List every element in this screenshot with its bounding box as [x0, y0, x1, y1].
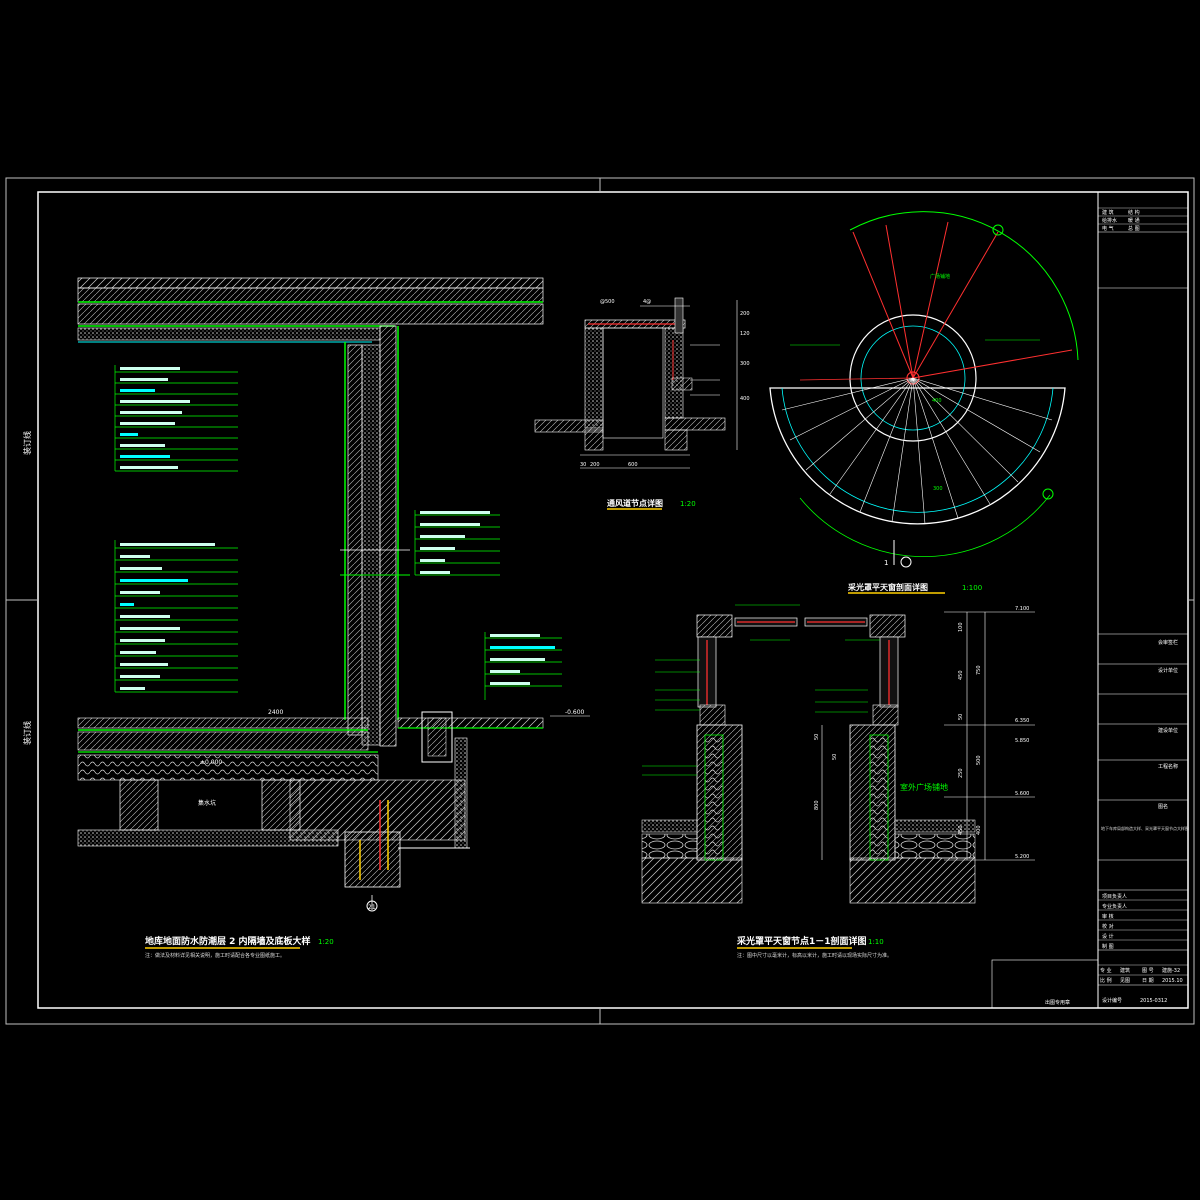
section-mark: 1 — [884, 559, 888, 567]
sec-dim-l-2: 50 — [832, 754, 838, 760]
tb-b-r1c1: 见图 — [1120, 978, 1130, 984]
layer-leaders-right — [414, 510, 562, 700]
sec-dim-r-1: 100 — [958, 622, 964, 632]
sec-elev-4: 5.600 — [1015, 791, 1029, 797]
tb-label-project: 工程名称 — [1158, 763, 1178, 770]
basement-detail-scale: 1:20 — [318, 938, 334, 946]
tb-b-r1c2: 日 期 — [1142, 978, 1154, 984]
tb-design-no-label: 设计编号 — [1102, 997, 1122, 1004]
tb-stamp-label: 出图专用章 — [1045, 999, 1070, 1006]
sec-dim-r-7: 450 — [958, 825, 964, 835]
sec-dim-r-3: 750 — [976, 665, 982, 675]
tb-person-6: 制 图 — [1102, 943, 1114, 950]
dim-label: 2400 — [268, 709, 283, 716]
tb-r1c1: 暖 通 — [1128, 217, 1140, 224]
vent-detail: 200 600 30 200 120 400 300 @500 4@ 通风道节点… — [534, 297, 750, 510]
sec-dim-r-2: 450 — [958, 670, 964, 680]
plan-dim-a: 400 — [932, 398, 942, 404]
tb-proj-note: 地下车库局部构造大样、采光罩平天窗节点大样图 — [1101, 825, 1189, 831]
skylight-section-title: 采光罩平天窗节点1－1剖面详图 — [736, 935, 867, 947]
tb-design-no: 2015-0312 — [1140, 998, 1167, 1004]
vent-dim-top-1: @500 — [600, 299, 615, 305]
sec-dim-r-5: 500 — [976, 755, 982, 765]
tb-person-5: 设 计 — [1102, 933, 1114, 940]
tb-r0c0: 建 筑 — [1102, 209, 1114, 216]
pit-label: 集水坑 — [198, 799, 216, 807]
sec-dim-r-4: 50 — [958, 714, 964, 720]
plan-dim-b: 300 — [933, 486, 943, 492]
elev-label: ±0.000 — [200, 759, 222, 766]
basement-detail: 集水坑 21 -0.600 2400 ±0.000 地库地面防水防潮层 2 内隔… — [77, 277, 590, 959]
layer-leaders-upper — [114, 365, 238, 472]
sec-elev-1: 7.100 — [1015, 606, 1029, 612]
vent-scale: 1:20 — [680, 500, 696, 508]
skylight-section-scale: 1:10 — [868, 938, 884, 946]
tb-discipline-rows: 建 筑 结 构 给排水 暖 通 电 气 总 图 — [1098, 207, 1188, 232]
basement-detail-note: 注：做法及材料详见相关说明，施工时请配合各专业图纸施工。 — [145, 952, 285, 959]
plaza-label: 室外广场铺地 — [900, 782, 948, 792]
vent-title: 通风道节点详图 — [607, 498, 663, 508]
tb-label-designer: 设计单位 — [1158, 667, 1178, 674]
tb-r1c0: 给排水 — [1102, 217, 1117, 224]
skylight-plan-scale: 1:100 — [962, 584, 982, 592]
sec-dim-l-1: 50 — [814, 734, 820, 740]
tb-b-r0c3: 建施-32 — [1162, 967, 1180, 974]
tb-b-r0c1: 建筑 — [1120, 967, 1130, 974]
vent-dim-right-3: 400 — [740, 396, 750, 402]
layer-leaders-lower — [114, 540, 238, 693]
vent-dim-bottom-1: 200 — [590, 462, 600, 468]
tb-people: 项目负责人 专业负责人 审 核 校 对 设 计 制 图 — [1098, 893, 1188, 950]
title-block: 建 筑 结 构 给排水 暖 通 电 气 总 图 会审签栏 设计单位 建设单位 工… — [991, 192, 1189, 1009]
pit-callout: 21 — [368, 904, 376, 911]
vent-dim-top-2: 4@ — [643, 299, 651, 305]
tb-r2c0: 电 气 — [1102, 225, 1114, 232]
basement-detail-title: 地库地面防水防潮层 2 内隔墙及底板大样 — [145, 935, 311, 947]
vent-dim-bottom-2: 600 — [628, 462, 638, 468]
sec-dim-l-3: 800 — [814, 800, 820, 810]
sec-elev-2: 6.350 — [1015, 718, 1029, 724]
vent-dim-right-1: 200 — [740, 311, 750, 317]
skylight-plan: 1 广场铺地 400 300 采光罩平天窗剖面详图 1:100 — [769, 211, 1079, 594]
vent-dim-right-4: 300 — [740, 361, 750, 367]
tb-person-3: 审 核 — [1102, 913, 1114, 920]
skylight-section: 100 450 750 50 500 250 450 400 50 50 800… — [641, 604, 1035, 959]
vent-dim-right-2: 120 — [740, 331, 750, 337]
sec-elev-5: 5.200 — [1015, 854, 1029, 860]
tb-b-r1c0: 比 例 — [1100, 977, 1112, 984]
sec-dim-r-6: 250 — [958, 768, 964, 778]
binding-label-bottom: 装订线 — [22, 721, 32, 745]
tb-person-4: 校 对 — [1102, 923, 1114, 930]
plan-label-plaza: 广场铺地 — [930, 273, 950, 280]
vent-dim-bottom-3: 30 — [580, 462, 586, 468]
tb-b-r0c0: 专 业 — [1100, 967, 1112, 974]
tb-label-drawing: 图名 — [1158, 803, 1168, 810]
skylight-plan-title: 采光罩平天窗剖面详图 — [847, 582, 928, 592]
tb-bottom: 专 业 建筑 图 号 建施-32 比 例 见图 日 期 2015.10 设计编号… — [1098, 964, 1188, 1004]
tb-label-review: 会审签栏 — [1158, 639, 1178, 646]
tb-label-client: 建设单位 — [1158, 727, 1178, 734]
tb-r2c1: 总 图 — [1128, 225, 1140, 232]
tb-b-r1c3: 2015.10 — [1162, 978, 1183, 984]
sec-elev-3: 5.850 — [1015, 738, 1029, 744]
drawing-sheet: 装订线 装订线 集水坑 21 -0.600 2400 ±0.000 地库地面防水… — [5, 177, 1195, 1025]
tb-b-r0c2: 图 号 — [1142, 968, 1154, 974]
sec-dim-r-8: 400 — [976, 825, 982, 835]
skylight-section-note: 注：图中尺寸以毫米计，标高以米计，施工时请以现场实际尺寸为准。 — [737, 952, 892, 959]
elev-right: -0.600 — [565, 709, 585, 716]
tb-person-1: 项目负责人 — [1102, 893, 1127, 900]
tb-r0c1: 结 构 — [1128, 209, 1140, 216]
binding-label-top: 装订线 — [22, 431, 32, 455]
tb-person-2: 专业负责人 — [1102, 903, 1127, 910]
